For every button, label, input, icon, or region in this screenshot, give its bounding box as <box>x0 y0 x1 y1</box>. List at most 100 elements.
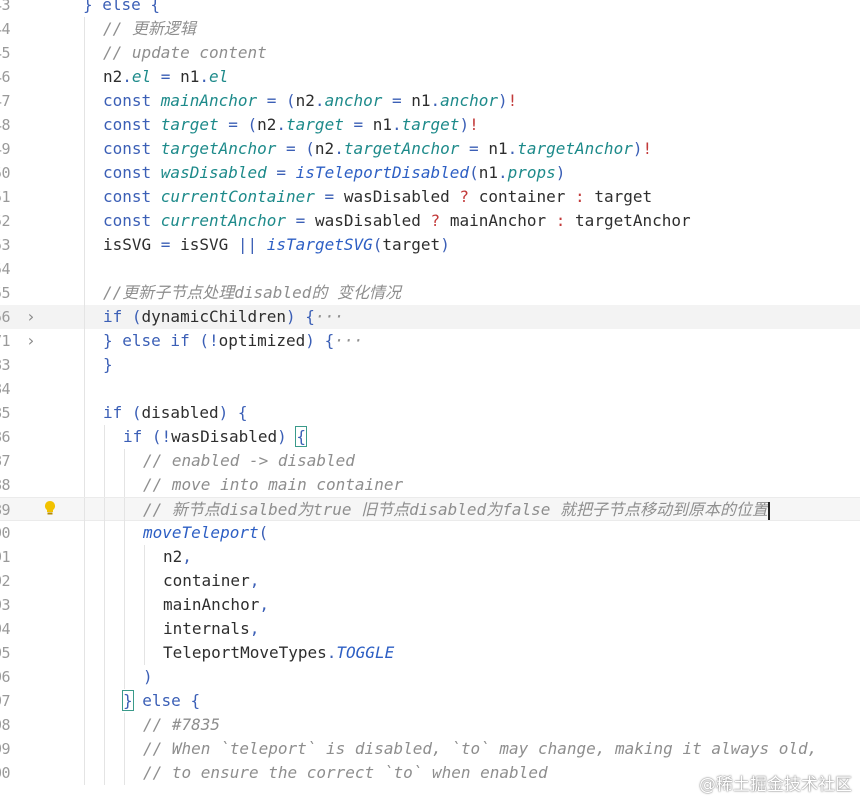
code-token: internals <box>163 619 250 638</box>
indent-guide <box>124 593 125 617</box>
code-editor[interactable]: 43} else {44// 更新逻辑45// update content46… <box>0 0 860 785</box>
code-token: targetAnchor <box>343 139 460 158</box>
indent-guide <box>124 617 125 641</box>
code-token: ) { <box>286 307 315 326</box>
code-line[interactable]: 92 container, <box>0 569 860 593</box>
code-line[interactable]: 51 const currentContainer = wasDisabled ?… <box>0 185 860 209</box>
indent-guide <box>84 545 85 569</box>
indent-guide <box>84 233 85 257</box>
indent-guide <box>144 569 145 593</box>
code-line[interactable]: 71 ›} else if (!optimized) {··· <box>0 329 860 353</box>
code-line[interactable]: 86 if (!wasDisabled) { <box>0 425 860 449</box>
code-line[interactable]: 89 // 新节点disalbed为true 旧节点disabled为false … <box>0 497 860 522</box>
line-number: 96 <box>0 668 11 686</box>
line-number: 86 <box>0 428 11 446</box>
indent-guide <box>84 713 85 737</box>
indent-guide <box>84 617 85 641</box>
code-line[interactable]: 91 n2, <box>0 545 860 569</box>
code-line[interactable]: 96) <box>0 665 860 689</box>
code-text: if (disabled) { <box>103 401 248 425</box>
code-token: const <box>103 115 161 134</box>
code-line[interactable]: 49 const targetAnchor = (n2.targetAnchor … <box>0 137 860 161</box>
code-line[interactable]: 45 // update content <box>0 41 860 65</box>
code-line[interactable]: 97} else { <box>0 689 860 713</box>
code-line[interactable]: 83} <box>0 353 860 377</box>
indent-guide <box>124 641 125 665</box>
code-line[interactable]: 48const target = (n2.target = n1.target)… <box>0 113 860 137</box>
code-token: } else if (! <box>103 331 219 350</box>
indent-guide <box>104 737 105 761</box>
code-token: target <box>382 235 441 254</box>
line-number: 00 <box>0 764 11 782</box>
code-token: target <box>401 115 460 134</box>
code-text: // 新节点disalbed为true 旧节点disabled为false 就把… <box>143 498 770 522</box>
indent-guide <box>84 569 85 593</box>
code-token: . <box>276 115 287 134</box>
line-number: 43 <box>0 0 11 14</box>
indent-guide <box>104 713 105 737</box>
code-token: const <box>103 163 161 182</box>
code-line[interactable]: 46n2.el = n1.el <box>0 65 860 89</box>
code-token: optimized <box>218 331 306 350</box>
code-token: , <box>249 571 260 590</box>
line-number: 83 <box>0 356 11 374</box>
line-number: 97 <box>0 692 11 710</box>
code-token: ? <box>420 211 450 230</box>
code-token: ) { <box>305 331 335 350</box>
indent-guide <box>84 498 85 522</box>
chevron-right-icon[interactable]: › <box>26 329 36 353</box>
code-line[interactable]: 47const mainAnchor = (n2.anchor = n1.anc… <box>0 89 860 113</box>
code-line[interactable]: 88 // move into main container <box>0 473 860 497</box>
line-number: 55 <box>0 284 11 302</box>
matched-bracket: { <box>295 426 308 447</box>
code-token: el <box>131 67 152 86</box>
code-line[interactable]: 94 internals, <box>0 617 860 641</box>
code-token: anchor <box>440 91 498 110</box>
line-number: 88 <box>0 476 11 494</box>
code-text: TeleportMoveTypes.TOGGLE <box>163 641 394 665</box>
chevron-right-icon[interactable]: › <box>26 305 36 329</box>
code-line[interactable]: 43} else { <box>0 0 860 17</box>
code-line[interactable]: 52 const currentAnchor = wasDisabled ? ma… <box>0 209 860 233</box>
code-line[interactable]: 85 if (disabled) { <box>0 401 860 425</box>
code-token: else { <box>132 691 201 710</box>
code-text: //更新子节点处理disabled的 变化情况 <box>103 281 401 305</box>
code-line[interactable]: 87 // enabled -> disabled <box>0 449 860 473</box>
code-line[interactable]: 95 TeleportMoveTypes.TOGGLE <box>0 641 860 665</box>
code-text: ) <box>143 665 153 689</box>
code-text: const currentAnchor = wasDisabled ? main… <box>103 209 691 233</box>
indent-guide <box>84 209 85 233</box>
code-token: ) { <box>218 403 248 422</box>
code-token: target <box>160 115 219 134</box>
code-token: = <box>151 67 181 86</box>
indent-guide <box>104 425 105 449</box>
line-number: 84 <box>0 380 11 398</box>
code-line[interactable]: 56 › if (dynamicChildren) {··· <box>0 305 860 329</box>
code-line[interactable]: 55 //更新子节点处理disabled的 变化情况 <box>0 281 860 305</box>
indent-guide <box>84 401 85 425</box>
code-token: = <box>314 187 344 206</box>
code-token: , <box>182 547 192 566</box>
code-line[interactable]: 84 <box>0 377 860 401</box>
code-token: if ( <box>103 307 142 326</box>
code-token: ··· <box>334 331 364 350</box>
indent-guide <box>124 737 125 761</box>
code-text: container, <box>163 569 259 593</box>
code-token: // move into main container <box>143 475 404 494</box>
code-line[interactable]: 53 isSVG = isSVG || isTargetSVG(target) <box>0 233 860 257</box>
code-line[interactable]: 99 // When `teleport` is disabled, `to` m… <box>0 737 860 761</box>
code-line[interactable]: 98 // #7835 <box>0 713 860 737</box>
code-text: } <box>103 353 113 377</box>
code-line[interactable]: 44 // 更新逻辑 <box>0 17 860 41</box>
code-token: n2 <box>163 547 183 566</box>
indent-guide <box>84 185 85 209</box>
code-line[interactable]: 90 moveTeleport( <box>0 521 860 545</box>
line-number: 45 <box>0 44 11 62</box>
indent-guide <box>84 665 85 689</box>
code-line[interactable]: 50 const wasDisabled = isTeleportDisabled… <box>0 161 860 185</box>
code-token: // #7835 <box>143 715 221 734</box>
code-line[interactable]: 93 mainAnchor, <box>0 593 860 617</box>
line-number: 47 <box>0 92 11 110</box>
code-line[interactable]: 54 <box>0 257 860 281</box>
indent-guide <box>84 89 85 113</box>
